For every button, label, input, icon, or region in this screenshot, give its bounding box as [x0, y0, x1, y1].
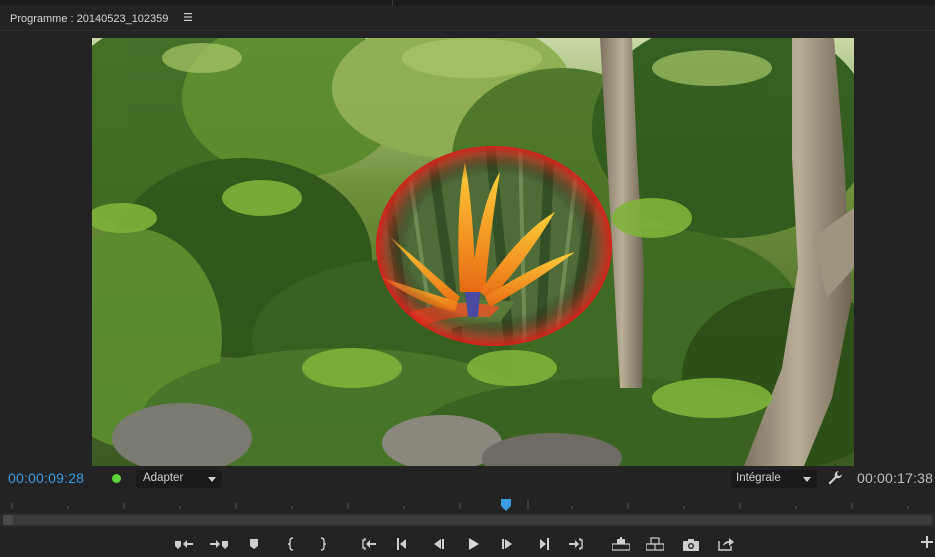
- current-timecode[interactable]: 00:00:09:28: [8, 470, 84, 486]
- chevron-down-icon: [803, 477, 811, 482]
- extract-icon[interactable]: [645, 534, 665, 554]
- lift-icon[interactable]: [611, 534, 631, 554]
- playback-resolution-select[interactable]: Intégrale: [731, 470, 817, 488]
- scrollbar-handle[interactable]: [3, 515, 13, 525]
- hamburger-menu-icon[interactable]: [182, 11, 194, 25]
- panel-header: Programme : 20140523_102359: [0, 6, 935, 32]
- playhead-icon[interactable]: [500, 498, 512, 511]
- play-reverse-icon[interactable]: [428, 534, 448, 554]
- step-forward-icon[interactable]: [498, 534, 518, 554]
- transport-controls: [0, 531, 935, 557]
- panel-underline: [0, 30, 935, 31]
- video-viewport[interactable]: [92, 38, 854, 466]
- video-frame: [92, 38, 854, 466]
- next-edit-icon[interactable]: [567, 534, 587, 554]
- zoom-level-select[interactable]: Adapter: [136, 470, 222, 488]
- panel-title[interactable]: Programme : 20140523_102359: [10, 13, 168, 25]
- go-to-out-icon[interactable]: [533, 534, 553, 554]
- go-to-in-icon[interactable]: [358, 534, 378, 554]
- play-icon[interactable]: [463, 534, 483, 554]
- add-icon[interactable]: [920, 535, 934, 549]
- marker-in-icon[interactable]: [174, 534, 194, 554]
- scrollbar-thumb[interactable]: [3, 515, 932, 525]
- zoom-scrollbar[interactable]: [0, 513, 935, 527]
- status-indicator: [112, 474, 121, 483]
- mark-in-icon[interactable]: [281, 534, 301, 554]
- mark-out-icon[interactable]: [313, 534, 333, 554]
- duration-timecode: 00:00:17:38: [857, 470, 934, 486]
- button-editor-icon[interactable]: [716, 534, 736, 554]
- time-ruler[interactable]: [0, 497, 935, 513]
- playback-resolution-label: Intégrale: [736, 472, 781, 484]
- zoom-level-label: Adapter: [143, 472, 184, 484]
- export-frame-icon[interactable]: [681, 534, 701, 554]
- wrench-icon[interactable]: [826, 469, 844, 487]
- marker-out-icon[interactable]: [209, 534, 229, 554]
- program-monitor-panel: Programme : 20140523_102359 00:00:09:28 …: [0, 0, 935, 557]
- add-marker-icon[interactable]: [244, 534, 264, 554]
- step-back-icon[interactable]: [393, 534, 413, 554]
- chevron-down-icon: [208, 477, 216, 482]
